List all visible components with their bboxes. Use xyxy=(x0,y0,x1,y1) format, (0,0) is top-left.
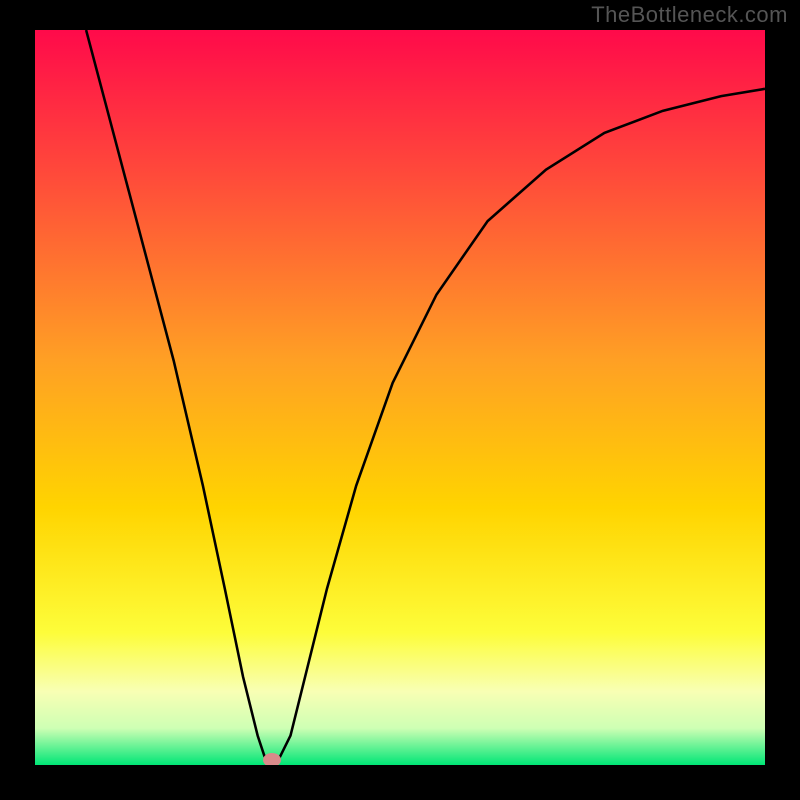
plot-area xyxy=(35,30,765,765)
curve-svg xyxy=(35,30,765,765)
bottleneck-curve xyxy=(86,30,765,763)
minimum-marker xyxy=(263,753,281,765)
watermark-label: TheBottleneck.com xyxy=(591,2,788,28)
chart-container: TheBottleneck.com xyxy=(0,0,800,800)
